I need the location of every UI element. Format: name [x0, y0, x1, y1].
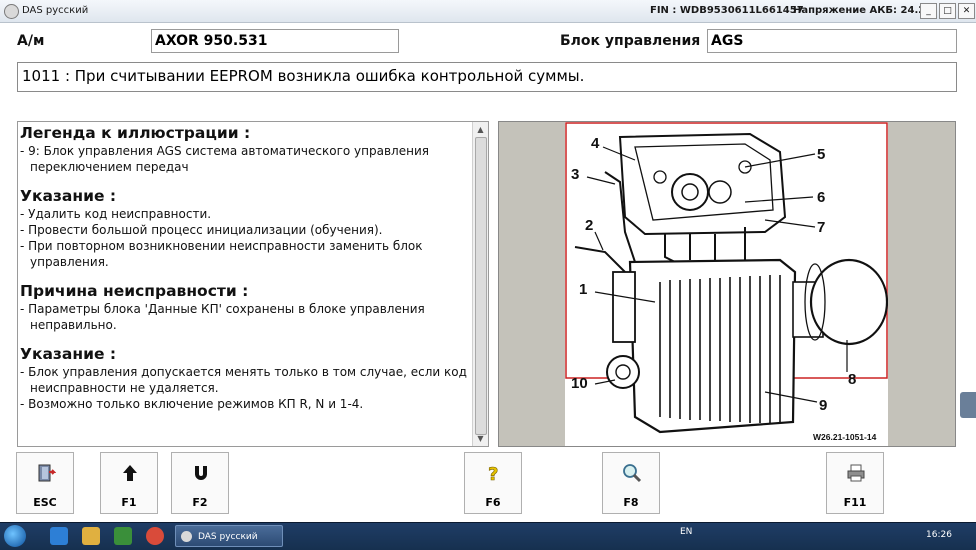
control-unit-label: Блок управления: [560, 33, 701, 49]
callout-9: 9: [819, 397, 827, 414]
f11-label: F11: [843, 496, 867, 509]
f6-label: F6: [485, 496, 501, 509]
printer-icon: [847, 464, 865, 482]
esc-label: ESC: [33, 496, 57, 509]
scroll-thumb[interactable]: [475, 137, 487, 435]
error-message: 1011 : При считывании EEPROM возникла ош…: [17, 62, 957, 92]
note-section-2: Указание : - Блок управления допускается…: [20, 345, 470, 412]
callout-7: 7: [817, 219, 825, 236]
list-item: - Возможно только включение режимов КП R…: [20, 397, 364, 411]
maximize-button[interactable]: □: [939, 3, 956, 19]
list-item: - Провести большой процесс инициализации…: [20, 223, 383, 237]
exit-door-icon: [38, 464, 56, 482]
list-item: - Параметры блока 'Данные КП' сохранены …: [20, 302, 425, 332]
window-controls: _ □ ✕: [920, 3, 975, 19]
battery-voltage: Напряжение АКБ: 24.2 V: [793, 5, 937, 16]
scroll-down-arrow-icon[interactable]: ▼: [474, 432, 487, 445]
fin-readout: FIN : WDB9530611L661457: [650, 5, 804, 16]
figure-caption: W26.21-1051-14: [813, 432, 877, 442]
svg-text:?: ?: [488, 464, 498, 483]
f2-button[interactable]: F2: [171, 452, 229, 514]
callout-4: 4: [591, 135, 600, 152]
window-title: DAS русский: [22, 5, 89, 16]
magnifier-icon: [623, 464, 642, 483]
instructions-content: Легенда к иллюстрации : - 9: Блок управл…: [20, 124, 470, 424]
callout-5: 5: [817, 146, 825, 163]
f6-button[interactable]: ? F6: [464, 452, 522, 514]
taskbar-app-label: DAS русский: [198, 532, 258, 542]
start-button[interactable]: [4, 525, 26, 547]
transmission-diagram: 1 2 3 4 5 6 7 8 9 10 W26.21-1051-14: [565, 122, 889, 446]
list-item: - 9: Блок управления AGS система автомат…: [20, 144, 429, 174]
note-section: Указание : - Удалить код неисправности. …: [20, 187, 470, 270]
clock[interactable]: 16:26: [926, 530, 952, 540]
vehicle-label: А/м: [17, 33, 45, 49]
help-question-icon: ?: [488, 464, 499, 483]
arrow-up-icon: [123, 465, 137, 481]
callout-10: 10: [571, 375, 588, 392]
list-item: - Блок управления допускается менять тол…: [20, 365, 467, 395]
section-heading: Причина неисправности :: [20, 282, 249, 300]
section-heading: Указание :: [20, 187, 117, 205]
esc-button[interactable]: ESC: [16, 452, 74, 514]
f1-label: F1: [121, 496, 137, 509]
callout-1: 1: [579, 281, 587, 298]
das-app-icon: [181, 531, 192, 542]
vehicle-field: AXOR 950.531: [151, 29, 399, 53]
chrome-icon[interactable]: [146, 527, 164, 545]
list-item: - Удалить код неисправности.: [20, 207, 212, 221]
list-item: - При повторном возникновении неисправно…: [20, 239, 423, 269]
taskbar: DAS русский EN 16:26: [0, 522, 976, 550]
f8-button[interactable]: F8: [602, 452, 660, 514]
title-bar: DAS русский FIN : WDB9530611L661457 Напр…: [0, 0, 976, 23]
explorer-folder-icon[interactable]: [82, 527, 100, 545]
f1-button[interactable]: F1: [100, 452, 158, 514]
instructions-panel: Легенда к иллюстрации : - 9: Блок управл…: [17, 121, 489, 447]
control-unit-field: AGS: [707, 29, 957, 53]
section-heading: Легенда к иллюстрации :: [20, 124, 251, 142]
f11-button[interactable]: F11: [826, 452, 884, 514]
cause-section: Причина неисправности : - Параметры блок…: [20, 282, 470, 333]
illustration-panel: 1 2 3 4 5 6 7 8 9 10 W26.21-1051-14: [498, 121, 956, 447]
close-button[interactable]: ✕: [958, 3, 975, 19]
callout-6: 6: [817, 189, 825, 206]
diagram-drawing: 1 2 3 4 5 6 7 8 9 10 W26.21-1051-14: [565, 122, 889, 442]
ie-icon[interactable]: [50, 527, 68, 545]
magnet-icon: [195, 466, 207, 480]
function-key-bar: ESC F1 F2 ? F6 F8 F11: [0, 452, 976, 516]
f2-label: F2: [192, 496, 208, 509]
callout-8: 8: [848, 371, 856, 388]
language-indicator[interactable]: EN: [680, 527, 692, 537]
minimize-button[interactable]: _: [920, 3, 937, 19]
legend-section: Легенда к иллюстрации : - 9: Блок управл…: [20, 124, 470, 175]
side-tab-icon[interactable]: [960, 392, 976, 418]
f8-label: F8: [623, 496, 639, 509]
taskbar-das-window[interactable]: DAS русский: [175, 525, 283, 547]
app-icon: [4, 4, 19, 19]
scroll-up-arrow-icon[interactable]: ▲: [474, 123, 487, 136]
callout-2: 2: [585, 217, 593, 234]
callout-3: 3: [571, 166, 579, 183]
section-heading: Указание :: [20, 345, 117, 363]
vertical-scrollbar[interactable]: ▲ ▼: [472, 122, 488, 446]
media-player-icon[interactable]: [114, 527, 132, 545]
